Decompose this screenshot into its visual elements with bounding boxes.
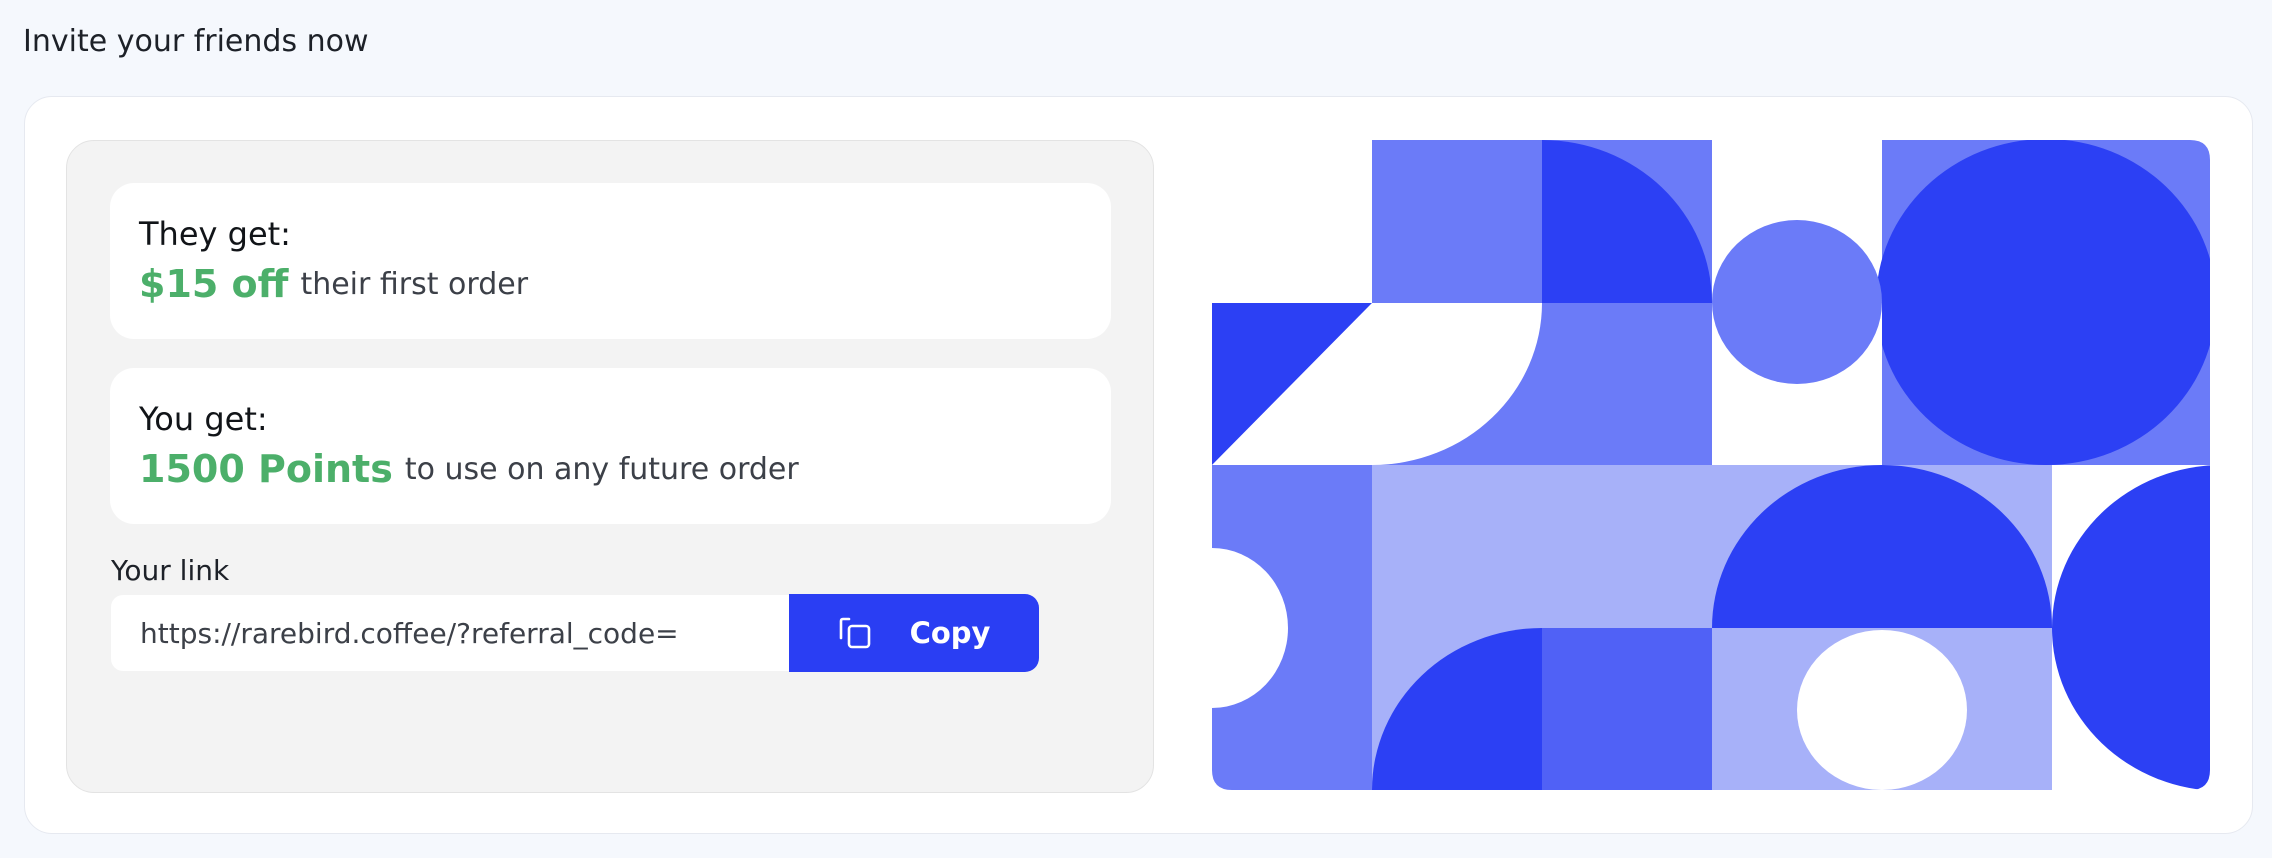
you-get-title: You get: (139, 400, 268, 438)
art-tile (1372, 465, 1712, 628)
art-small-circle (1712, 220, 1882, 384)
referral-link-field[interactable] (111, 595, 791, 671)
they-get-card: They get: $15 off their first order (110, 183, 1111, 339)
you-get-card: You get: 1500 Points to use on any future… (110, 368, 1111, 524)
copy-icon (839, 617, 870, 649)
they-get-title: They get: (139, 215, 291, 253)
they-get-amount: $15 off (139, 262, 289, 306)
page-title: Invite your friends now (23, 24, 369, 59)
you-get-description: to use on any future order (404, 451, 799, 487)
art-tile (1542, 628, 1712, 790)
art-tile (1372, 140, 1542, 303)
they-get-line: $15 off their first order (139, 262, 528, 306)
they-get-description: their first order (300, 266, 529, 302)
referral-link-input[interactable] (140, 616, 780, 650)
copy-button[interactable]: Copy (789, 594, 1039, 672)
you-get-amount: 1500 Points (139, 447, 393, 491)
your-link-label: Your link (111, 554, 230, 587)
geometric-artwork (1212, 140, 2210, 790)
art-tile (1212, 140, 1372, 303)
you-get-line: 1500 Points to use on any future order (139, 447, 799, 491)
copy-button-label: Copy (909, 616, 991, 650)
art-white-circle (1797, 630, 1967, 790)
art-large-circle (1876, 140, 2210, 465)
